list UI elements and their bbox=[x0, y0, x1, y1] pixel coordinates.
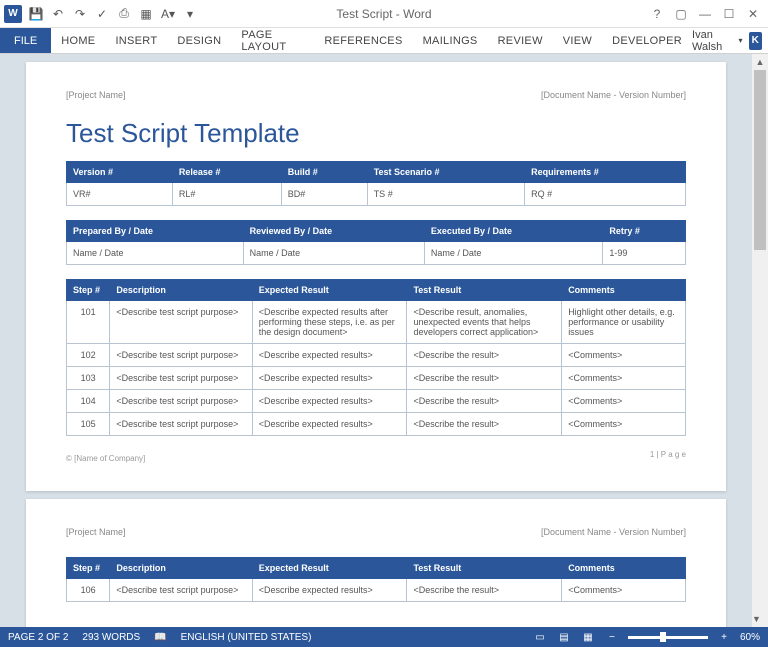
status-proof-icon[interactable]: 📖 bbox=[154, 632, 166, 643]
save-icon[interactable]: 💾 bbox=[28, 6, 44, 22]
th-reviewed: Reviewed By / Date bbox=[243, 221, 424, 242]
minimize-icon[interactable]: — bbox=[698, 7, 712, 21]
tab-design[interactable]: DESIGN bbox=[167, 28, 231, 53]
tab-developer[interactable]: DEVELOPER bbox=[602, 28, 692, 53]
print-layout-icon[interactable]: ▤ bbox=[556, 630, 572, 644]
window-title: Test Script - Word bbox=[336, 7, 431, 21]
steps-table: Step # Description Expected Result Test … bbox=[66, 279, 686, 436]
table-row[interactable]: 102<Describe test script purpose><Descri… bbox=[67, 344, 686, 367]
tab-review[interactable]: REVIEW bbox=[488, 28, 553, 53]
page-1[interactable]: [Project Name] [Document Name - Version … bbox=[26, 62, 726, 491]
undo-icon[interactable]: ↶ bbox=[50, 6, 66, 22]
th-scenario: Test Scenario # bbox=[367, 162, 524, 183]
th-executed: Executed By / Date bbox=[424, 221, 602, 242]
file-tab[interactable]: FILE bbox=[0, 28, 51, 53]
ribbon: FILE HOME INSERT DESIGN PAGE LAYOUT REFE… bbox=[0, 28, 768, 54]
spelling-icon[interactable]: ✓ bbox=[94, 6, 110, 22]
tab-mailings[interactable]: MAILINGS bbox=[413, 28, 488, 53]
maximize-icon[interactable]: ☐ bbox=[722, 7, 736, 21]
table-row[interactable]: VR# RL# BD# TS # RQ # bbox=[67, 183, 686, 206]
document-title: Test Script Template bbox=[66, 118, 686, 149]
scroll-thumb[interactable] bbox=[754, 70, 766, 250]
zoom-level[interactable]: 60% bbox=[740, 632, 760, 643]
web-layout-icon[interactable]: ▦ bbox=[580, 630, 596, 644]
table-row[interactable]: 105<Describe test script purpose><Descri… bbox=[67, 413, 686, 436]
zoom-in-icon[interactable]: + bbox=[716, 630, 732, 644]
page-2[interactable]: [Project Name] [Document Name - Version … bbox=[26, 499, 726, 627]
table-row[interactable]: 104<Describe test script purpose><Descri… bbox=[67, 390, 686, 413]
table-row[interactable]: 106<Describe test script purpose><Descri… bbox=[67, 579, 686, 602]
status-bar: PAGE 2 OF 2 293 WORDS 📖 ENGLISH (UNITED … bbox=[0, 627, 768, 647]
tab-references[interactable]: REFERENCES bbox=[314, 28, 412, 53]
user-menu[interactable]: Ivan Walsh ▾ K bbox=[692, 28, 768, 53]
zoom-slider[interactable] bbox=[628, 636, 708, 639]
th-release: Release # bbox=[172, 162, 281, 183]
meta-table-1: Version # Release # Build # Test Scenari… bbox=[66, 161, 686, 206]
table-row[interactable]: 103<Describe test script purpose><Descri… bbox=[67, 367, 686, 390]
page-number: 1 | P a g e bbox=[650, 450, 686, 459]
document-name: [Document Name - Version Number] bbox=[541, 90, 686, 100]
th-version: Version # bbox=[67, 162, 173, 183]
status-page[interactable]: PAGE 2 OF 2 bbox=[8, 632, 68, 643]
quickprint-icon[interactable]: ⎙ bbox=[116, 6, 132, 22]
th-prepared: Prepared By / Date bbox=[67, 221, 244, 242]
vertical-scrollbar[interactable]: ▲ ▼ bbox=[752, 54, 768, 627]
meta-table-2: Prepared By / Date Reviewed By / Date Ex… bbox=[66, 220, 686, 265]
table-row[interactable]: 101<Describe test script purpose><Descri… bbox=[67, 301, 686, 344]
tableedit-icon[interactable]: ▦ bbox=[138, 6, 154, 22]
scroll-track[interactable] bbox=[752, 70, 768, 611]
titlebar: W 💾 ↶ ↷ ✓ ⎙ ▦ A▾ ▾ Test Script - Word ? … bbox=[0, 0, 768, 28]
th-build: Build # bbox=[281, 162, 367, 183]
word-app-icon: W bbox=[4, 5, 22, 23]
th-requirements: Requirements # bbox=[525, 162, 686, 183]
tab-page-layout[interactable]: PAGE LAYOUT bbox=[231, 28, 314, 53]
user-name: Ivan Walsh bbox=[692, 29, 732, 53]
read-mode-icon[interactable]: ▭ bbox=[532, 630, 548, 644]
table-row[interactable]: Name / Date Name / Date Name / Date 1-99 bbox=[67, 242, 686, 265]
tab-home[interactable]: HOME bbox=[51, 28, 105, 53]
status-language[interactable]: ENGLISH (UNITED STATES) bbox=[181, 632, 312, 643]
company-footer: © [Name of Company] bbox=[66, 454, 686, 463]
zoom-thumb[interactable] bbox=[660, 632, 666, 642]
close-icon[interactable]: ✕ bbox=[746, 7, 760, 21]
document-name: [Document Name - Version Number] bbox=[541, 527, 686, 537]
redo-icon[interactable]: ↷ bbox=[72, 6, 88, 22]
help-icon[interactable]: ? bbox=[650, 7, 664, 21]
tab-insert[interactable]: INSERT bbox=[105, 28, 167, 53]
scroll-down-icon[interactable]: ▼ bbox=[752, 611, 761, 627]
font-icon[interactable]: A▾ bbox=[160, 6, 176, 22]
zoom-out-icon[interactable]: − bbox=[604, 630, 620, 644]
ribbon-options-icon[interactable]: ▢ bbox=[674, 7, 688, 21]
scroll-up-icon[interactable]: ▲ bbox=[752, 54, 768, 70]
qat-customize-icon[interactable]: ▾ bbox=[182, 6, 198, 22]
steps-table: Step # Description Expected Result Test … bbox=[66, 557, 686, 602]
status-words[interactable]: 293 WORDS bbox=[82, 632, 140, 643]
document-area: [Project Name] [Document Name - Version … bbox=[0, 54, 768, 627]
tab-view[interactable]: VIEW bbox=[553, 28, 602, 53]
th-retry: Retry # bbox=[603, 221, 686, 242]
user-badge: K bbox=[749, 32, 762, 50]
